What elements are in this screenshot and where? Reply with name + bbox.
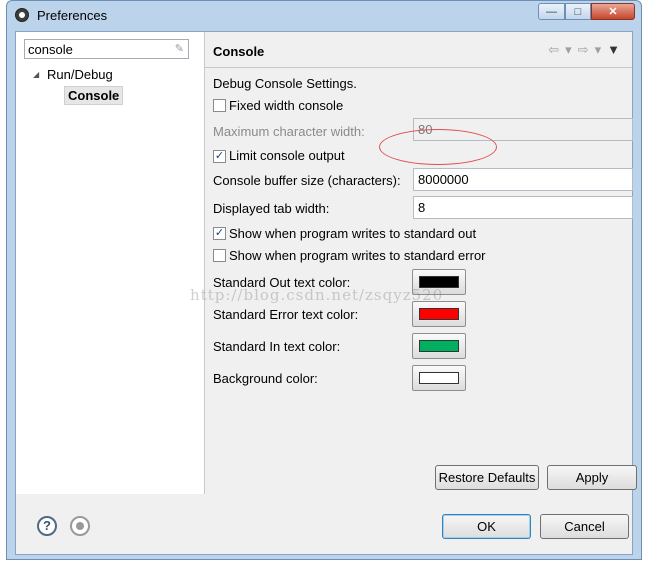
forward-arrow-icon[interactable]: ⇨: [578, 42, 589, 58]
watermark-text: http://blog.csdn.net/zsqyz520: [190, 286, 444, 304]
preference-page: Console ⇦ ▾ ⇨ ▾ ▼ Debug Console Settings…: [205, 32, 637, 494]
tab-width-field[interactable]: 8: [413, 196, 633, 219]
err-color-button[interactable]: [412, 301, 466, 327]
page-title: Console: [213, 44, 265, 59]
filter-input[interactable]: console ✎: [24, 39, 189, 59]
restore-defaults-button[interactable]: Restore Defaults: [435, 465, 539, 490]
max-width-label: Maximum character width:: [213, 124, 365, 139]
apply-button[interactable]: Apply: [547, 465, 637, 490]
buffer-size-label: Console buffer size (characters):: [213, 173, 401, 188]
ok-button[interactable]: OK: [442, 514, 531, 539]
in-color-label: Standard In text color:: [213, 339, 341, 354]
close-icon: ✕: [608, 6, 618, 18]
cancel-button[interactable]: Cancel: [540, 514, 629, 539]
show-out-label: Show when program writes to standard out: [229, 226, 477, 241]
err-color-label: Standard Error text color:: [213, 307, 359, 322]
max-width-field[interactable]: 80: [413, 118, 633, 141]
limit-output-checkbox[interactable]: ✓: [213, 150, 226, 163]
view-menu-icon[interactable]: ▼: [607, 42, 620, 58]
fixed-width-label: Fixed width console: [229, 98, 344, 113]
record-icon[interactable]: [70, 516, 90, 536]
show-out-checkbox[interactable]: ✓: [213, 227, 226, 240]
minimize-icon: —: [546, 5, 557, 18]
in-color-swatch: [419, 340, 459, 352]
tree-item-console[interactable]: Console: [64, 86, 124, 105]
maximize-button[interactable]: □: [565, 3, 591, 20]
section-description: Debug Console Settings.: [213, 76, 357, 91]
filter-text: console: [28, 42, 73, 57]
window-controls: — □ ✕: [538, 3, 635, 20]
minimize-button[interactable]: —: [538, 3, 565, 20]
preferences-window: Preferences — □ ✕ console ✎ ◢ Run/Debug …: [6, 0, 642, 560]
tree-expand-icon[interactable]: ◢: [33, 70, 39, 79]
header-separator: [205, 67, 632, 68]
fixed-width-checkbox[interactable]: [213, 99, 226, 112]
in-color-button[interactable]: [412, 333, 466, 359]
buffer-size-field[interactable]: 8000000: [413, 168, 633, 191]
page-navigation: ⇦ ▾ ⇨ ▾ ▼: [548, 42, 620, 58]
back-dropdown-icon[interactable]: ▾: [565, 42, 572, 58]
tab-width-label: Displayed tab width:: [213, 201, 330, 216]
close-button[interactable]: ✕: [591, 3, 635, 20]
preference-tree-pane: console ✎ ◢ Run/Debug Console: [16, 32, 205, 494]
bg-color-button[interactable]: [412, 365, 466, 391]
bg-color-label: Background color:: [213, 371, 318, 386]
limit-output-label: Limit console output: [229, 148, 345, 163]
forward-dropdown-icon[interactable]: ▾: [595, 42, 602, 58]
show-err-label: Show when program writes to standard err…: [229, 248, 486, 263]
show-err-checkbox[interactable]: [213, 249, 226, 262]
title-bar[interactable]: Preferences — □ ✕: [7, 1, 641, 31]
help-icon[interactable]: ?: [37, 516, 57, 536]
err-color-swatch: [419, 308, 459, 320]
tree-item-run-debug[interactable]: Run/Debug: [47, 67, 113, 82]
window-title: Preferences: [37, 8, 108, 23]
clear-filter-icon[interactable]: ✎: [175, 42, 184, 55]
back-arrow-icon[interactable]: ⇦: [548, 42, 559, 58]
bg-color-swatch: [419, 372, 459, 384]
eclipse-app-icon: [15, 8, 29, 22]
maximize-icon: □: [574, 5, 582, 18]
